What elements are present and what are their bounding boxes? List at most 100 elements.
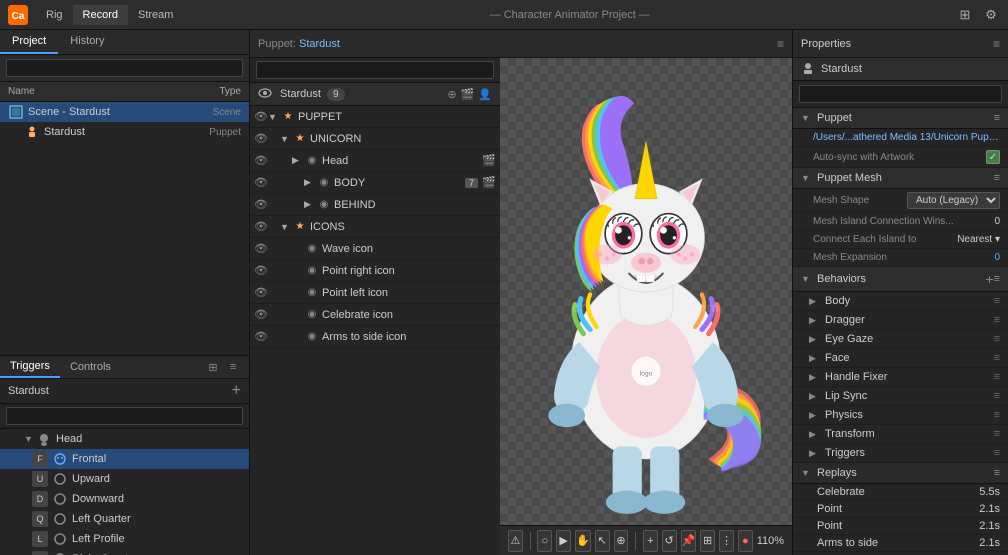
behavior-ls-menu[interactable]: ≡ — [994, 390, 1000, 402]
trigger-left-profile[interactable]: L Left Profile — [0, 529, 249, 549]
triggers-add-button[interactable]: + — [232, 382, 241, 400]
trigger-downward[interactable]: D Downward — [0, 489, 249, 509]
puppet-search-input[interactable] — [256, 61, 494, 79]
expand-body[interactable]: ▶ — [304, 177, 314, 188]
pin-btn[interactable]: 📌 — [681, 530, 697, 552]
behaviors-add-button[interactable]: + — [985, 271, 993, 287]
tab-history[interactable]: History — [58, 30, 116, 54]
puppet-row-wave[interactable]: 👁 ◉ Wave icon — [250, 238, 500, 260]
mesh-btn[interactable]: ⊞ — [700, 530, 715, 552]
eye-icon-arms[interactable]: 👁 — [254, 330, 268, 344]
behavior-triggers[interactable]: ▶ Triggers ≡ — [793, 444, 1008, 463]
expand-head[interactable]: ▶ — [292, 155, 302, 166]
replays-section-menu[interactable]: ≡ — [994, 467, 1000, 479]
puppet-section-menu[interactable]: ≡ — [994, 112, 1000, 124]
menu-tab-stream[interactable]: Stream — [128, 5, 183, 25]
target-icon[interactable]: ⊕ — [447, 88, 456, 101]
section-puppet-mesh[interactable]: ▼ Puppet Mesh ≡ — [793, 168, 1008, 189]
zoom-btn[interactable]: ⊕ — [614, 530, 629, 552]
tree-row-scene[interactable]: Scene - Stardust Scene — [0, 102, 249, 122]
behavior-dragger-menu[interactable]: ≡ — [994, 314, 1000, 326]
behavior-physics[interactable]: ▶ Physics ≡ — [793, 406, 1008, 425]
cursor-btn[interactable]: ↖ — [595, 530, 610, 552]
mesh-section-menu[interactable]: ≡ — [994, 172, 1000, 184]
behavior-face-menu[interactable]: ≡ — [994, 352, 1000, 364]
puppet-row-arms[interactable]: 👁 ◉ Arms to side icon — [250, 326, 500, 348]
trigger-left-quarter[interactable]: Q Left Quarter — [0, 509, 249, 529]
behavior-eye-gaze[interactable]: ▶ Eye Gaze ≡ — [793, 330, 1008, 349]
trigger-upward[interactable]: U Upward — [0, 469, 249, 489]
tab-triggers[interactable]: Triggers — [0, 356, 60, 378]
behavior-dragger[interactable]: ▶ Dragger ≡ — [793, 311, 1008, 330]
triggers-search-input[interactable] — [6, 407, 243, 425]
replay-point-2[interactable]: Point 2.1s — [793, 518, 1008, 535]
grid-view-icon[interactable]: ⊞ — [205, 359, 221, 375]
behavior-body-menu[interactable]: ≡ — [994, 295, 1000, 307]
rotate-btn[interactable]: ↺ — [662, 530, 677, 552]
behavior-lip-sync[interactable]: ▶ Lip Sync ≡ — [793, 387, 1008, 406]
puppet-warp-btn[interactable]: ⋮ — [719, 530, 734, 552]
trigger-head-group[interactable]: ▼ Head — [0, 429, 249, 449]
tab-controls[interactable]: Controls — [60, 357, 121, 377]
settings-icon[interactable]: ⚙ — [982, 6, 1000, 24]
behavior-transform[interactable]: ▶ Transform ≡ — [793, 425, 1008, 444]
behavior-handle-fixer[interactable]: ▶ Handle Fixer ≡ — [793, 368, 1008, 387]
eye-icon-pl[interactable]: 👁 — [254, 286, 268, 300]
expand-behind[interactable]: ▶ — [304, 199, 314, 210]
expand-puppet[interactable]: ▼ — [268, 112, 278, 122]
behavior-eg-menu[interactable]: ≡ — [994, 333, 1000, 345]
eye-icon-unicorn[interactable]: 👁 — [254, 132, 268, 146]
hand-btn[interactable]: ✋ — [575, 530, 591, 552]
monitor-icon[interactable]: ⊞ — [956, 6, 974, 24]
behavior-trig-menu[interactable]: ≡ — [994, 447, 1000, 459]
warning-btn[interactable]: ⚠ — [508, 530, 523, 552]
puppet-row-puppet[interactable]: 👁 ▼ ★ PUPPET — [250, 106, 500, 128]
eye-icon-body[interactable]: 👁 — [254, 176, 268, 190]
record-btn[interactable]: ● — [738, 530, 753, 552]
section-replays[interactable]: ▼ Replays ≡ — [793, 463, 1008, 484]
puppet-file-link[interactable]: /Users/...athered Media 13/Unicorn Puppe… — [813, 132, 1000, 143]
puppet-row-unicorn[interactable]: 👁 ▼ ★ UNICORN — [250, 128, 500, 150]
tree-row-puppet[interactable]: Stardust Puppet — [0, 122, 249, 142]
eye-icon-pr[interactable]: 👁 — [254, 264, 268, 278]
menu-tab-record[interactable]: Record — [73, 5, 128, 25]
eye-icon-wave[interactable]: 👁 — [254, 242, 268, 256]
behaviors-section-menu[interactable]: ≡ — [994, 273, 1000, 285]
puppet-row-behind[interactable]: 👁 ▶ ◉ BEHIND — [250, 194, 500, 216]
section-behaviors[interactable]: ▼ Behaviors + ≡ — [793, 267, 1008, 292]
puppet-row-icons[interactable]: 👁 ▼ ★ ICONS — [250, 216, 500, 238]
person-icon[interactable]: 👤 — [478, 88, 492, 101]
eye-icon-puppet[interactable]: 👁 — [254, 110, 268, 124]
replay-point-1[interactable]: Point 2.1s — [793, 501, 1008, 518]
mesh-shape-select[interactable]: Auto (Legacy) Auto Manual — [907, 192, 1000, 209]
properties-menu-icon[interactable]: ≡ — [993, 37, 1000, 51]
project-search-input[interactable] — [6, 59, 243, 77]
expand-icons[interactable]: ▼ — [280, 222, 290, 232]
eye-icon-head[interactable]: 👁 — [254, 154, 268, 168]
play-btn[interactable]: ▶ — [556, 530, 571, 552]
puppet-row-celebrate[interactable]: 👁 ◉ Celebrate icon — [250, 304, 500, 326]
puppet-row-body[interactable]: 👁 ▶ ◉ BODY 7 🎬 — [250, 172, 500, 194]
properties-search-input[interactable] — [799, 85, 1002, 103]
trigger-frontal[interactable]: F Frontal — [0, 449, 249, 469]
puppet-row-point-right[interactable]: 👁 ◉ Point right icon — [250, 260, 500, 282]
expand-unicorn[interactable]: ▼ — [280, 134, 290, 144]
behavior-phys-menu[interactable]: ≡ — [994, 409, 1000, 421]
replay-arms[interactable]: Arms to side 2.1s — [793, 535, 1008, 552]
behavior-trans-menu[interactable]: ≡ — [994, 428, 1000, 440]
section-puppet[interactable]: ▼ Puppet ≡ — [793, 108, 1008, 129]
menu-tab-rig[interactable]: Rig — [36, 5, 73, 25]
trigger-right-quarter[interactable]: E Right Quarter — [0, 549, 249, 555]
eye-icon-cel[interactable]: 👁 — [254, 308, 268, 322]
puppet-row-point-left[interactable]: 👁 ◉ Point left icon — [250, 282, 500, 304]
circle-btn[interactable]: ○ — [537, 530, 552, 552]
tab-project[interactable]: Project — [0, 30, 58, 54]
behavior-face[interactable]: ▶ Face ≡ — [793, 349, 1008, 368]
list-view-icon[interactable]: ≡ — [225, 359, 241, 375]
eye-icon-behind[interactable]: 👁 — [254, 198, 268, 212]
auto-sync-checkbox[interactable]: ✓ — [986, 150, 1000, 164]
film-icon[interactable]: 🎬 — [461, 88, 475, 101]
behavior-hf-menu[interactable]: ≡ — [994, 371, 1000, 383]
puppet-row-head[interactable]: 👁 ▶ ◉ Head 🎬 — [250, 150, 500, 172]
add-btn[interactable]: + — [643, 530, 658, 552]
